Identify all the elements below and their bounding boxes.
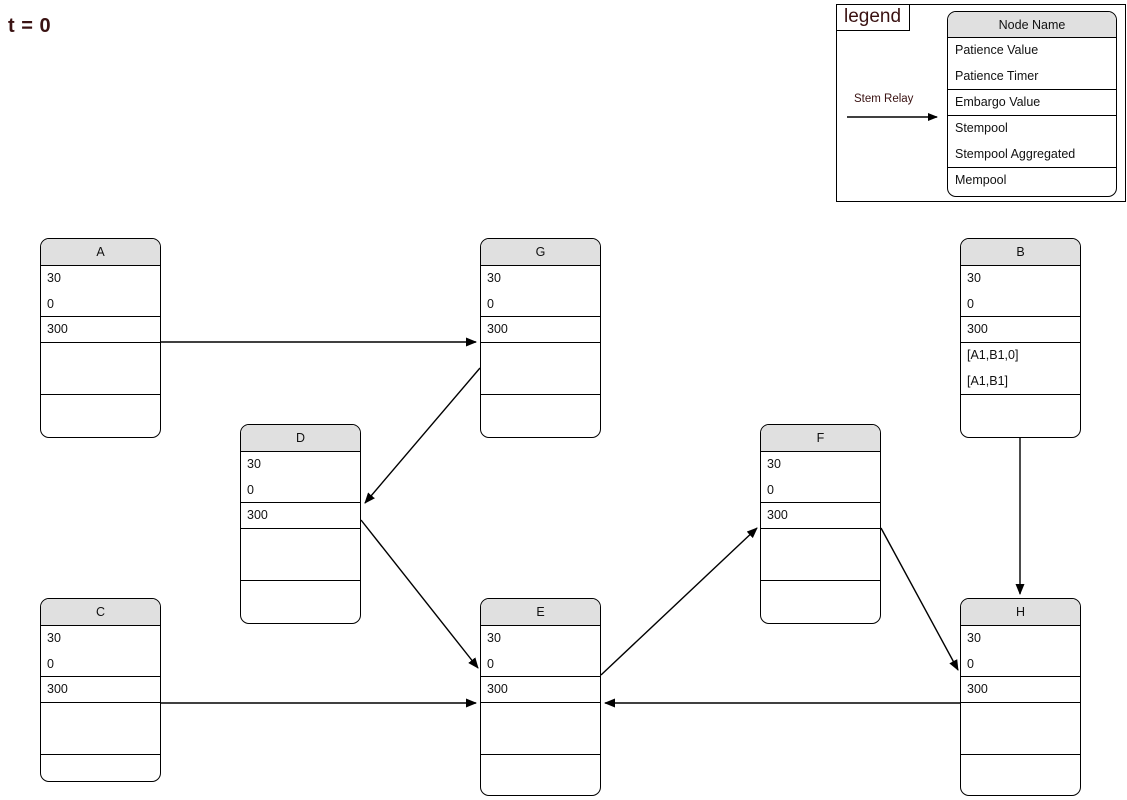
node-c-header: C (41, 599, 160, 626)
node-h-header: H (961, 599, 1080, 626)
node-d[interactable]: D 30 0 300 (240, 424, 361, 624)
node-d-field-1: 0 (241, 478, 360, 503)
node-c-field-0: 30 (47, 631, 61, 645)
node-e[interactable]: E 30 0 300 (480, 598, 601, 796)
legend-field-row: Stempool (955, 121, 1008, 135)
node-h-field-3 (961, 703, 1080, 729)
node-c-field-3 (41, 703, 160, 729)
node-h-field-2: 300 (961, 677, 1080, 703)
node-e-field-5 (481, 755, 600, 795)
node-f-field-4 (761, 555, 880, 581)
node-a-field-3 (41, 343, 160, 369)
node-h-field-1: 0 (961, 652, 1080, 677)
legend-field-row: Stempool Aggregated (948, 142, 1116, 168)
node-d-field-3 (241, 529, 360, 555)
node-a[interactable]: A 30 0 300 (40, 238, 161, 438)
legend-field-row: Patience Value (955, 43, 1039, 57)
node-b-field-5 (961, 395, 1080, 437)
node-f-field-5 (761, 581, 880, 623)
node-b-header: B (961, 239, 1080, 266)
node-b-field-0: 30 (967, 271, 981, 285)
node-a-field-5 (41, 395, 160, 437)
node-f[interactable]: F 30 0 300 (760, 424, 881, 624)
node-e-header: E (481, 599, 600, 626)
node-e-field-2: 300 (481, 677, 600, 703)
node-h-field-4 (961, 729, 1080, 755)
node-d-body: 30 0 300 (241, 452, 360, 623)
node-c-body: 30 0 300 (41, 626, 160, 781)
node-g-field-2: 300 (481, 317, 600, 343)
node-g-field-1: 0 (481, 292, 600, 317)
node-a-field-2: 300 (41, 317, 160, 343)
diagram-canvas: t = 0 legend Stem Relay Node Name Patien… (0, 0, 1127, 800)
node-b-field-2: 300 (961, 317, 1080, 343)
legend-node-sample: Node Name Patience Value Patience Timer Em… (947, 11, 1117, 197)
node-c-field-5 (41, 755, 160, 781)
node-h-field-5 (961, 755, 1080, 795)
node-a-body: 30 0 300 (41, 266, 160, 437)
node-f-header: F (761, 425, 880, 452)
time-step-label: t = 0 (8, 15, 52, 37)
legend-field-row: Patience Timer (948, 64, 1116, 90)
legend-field-row: Mempool (955, 173, 1007, 187)
node-e-field-1: 0 (481, 652, 600, 677)
node-a-field-1: 0 (41, 292, 160, 317)
node-a-field-0: 30 (47, 271, 61, 285)
node-d-field-4 (241, 555, 360, 581)
node-e-body: 30 0 300 (481, 626, 600, 795)
edge-e-to-f (600, 527, 758, 676)
node-b-field-3: [A1,B1,0] (967, 348, 1019, 362)
edge-f-to-h (880, 527, 959, 671)
node-g-field-4 (481, 369, 600, 395)
node-g-body: 30 0 300 (481, 266, 600, 437)
node-g-field-0: 30 (487, 271, 501, 285)
node-f-field-3 (761, 529, 880, 555)
node-d-field-5 (241, 581, 360, 623)
legend-node-header: Node Name (948, 12, 1116, 38)
node-f-body: 30 0 300 (761, 452, 880, 623)
node-h[interactable]: H 30 0 300 (960, 598, 1081, 796)
node-g-field-3 (481, 343, 600, 369)
node-b[interactable]: B 30 0 300 [A1,B1,0] [A1,B1] (960, 238, 1081, 438)
edge-d-to-e (360, 519, 479, 669)
node-g-header: G (481, 239, 600, 266)
node-b-field-4: [A1,B1] (961, 369, 1080, 395)
node-a-header: A (41, 239, 160, 266)
node-f-field-2: 300 (761, 503, 880, 529)
node-d-header: D (241, 425, 360, 452)
node-b-field-1: 0 (961, 292, 1080, 317)
legend-field-row: Embargo Value (948, 90, 1116, 116)
node-e-field-3 (481, 703, 600, 729)
node-h-body: 30 0 300 (961, 626, 1080, 795)
node-d-field-2: 300 (241, 503, 360, 529)
node-c-field-1: 0 (41, 652, 160, 677)
node-e-field-0: 30 (487, 631, 501, 645)
node-f-field-1: 0 (761, 478, 880, 503)
edge-g-to-d (364, 367, 481, 504)
legend-field-list: Patience Value Patience Timer Embargo Valu… (948, 38, 1116, 194)
legend-panel: legend Stem Relay Node Name Patience Val… (836, 4, 1126, 202)
node-c-field-4 (41, 729, 160, 755)
node-g[interactable]: G 30 0 300 (480, 238, 601, 438)
node-c-field-2: 300 (41, 677, 160, 703)
node-h-field-0: 30 (967, 631, 981, 645)
node-e-field-4 (481, 729, 600, 755)
node-b-body: 30 0 300 [A1,B1,0] [A1,B1] (961, 266, 1080, 437)
node-f-field-0: 30 (767, 457, 781, 471)
node-a-field-4 (41, 369, 160, 395)
node-c[interactable]: C 30 0 300 (40, 598, 161, 782)
node-g-field-5 (481, 395, 600, 437)
node-d-field-0: 30 (247, 457, 261, 471)
